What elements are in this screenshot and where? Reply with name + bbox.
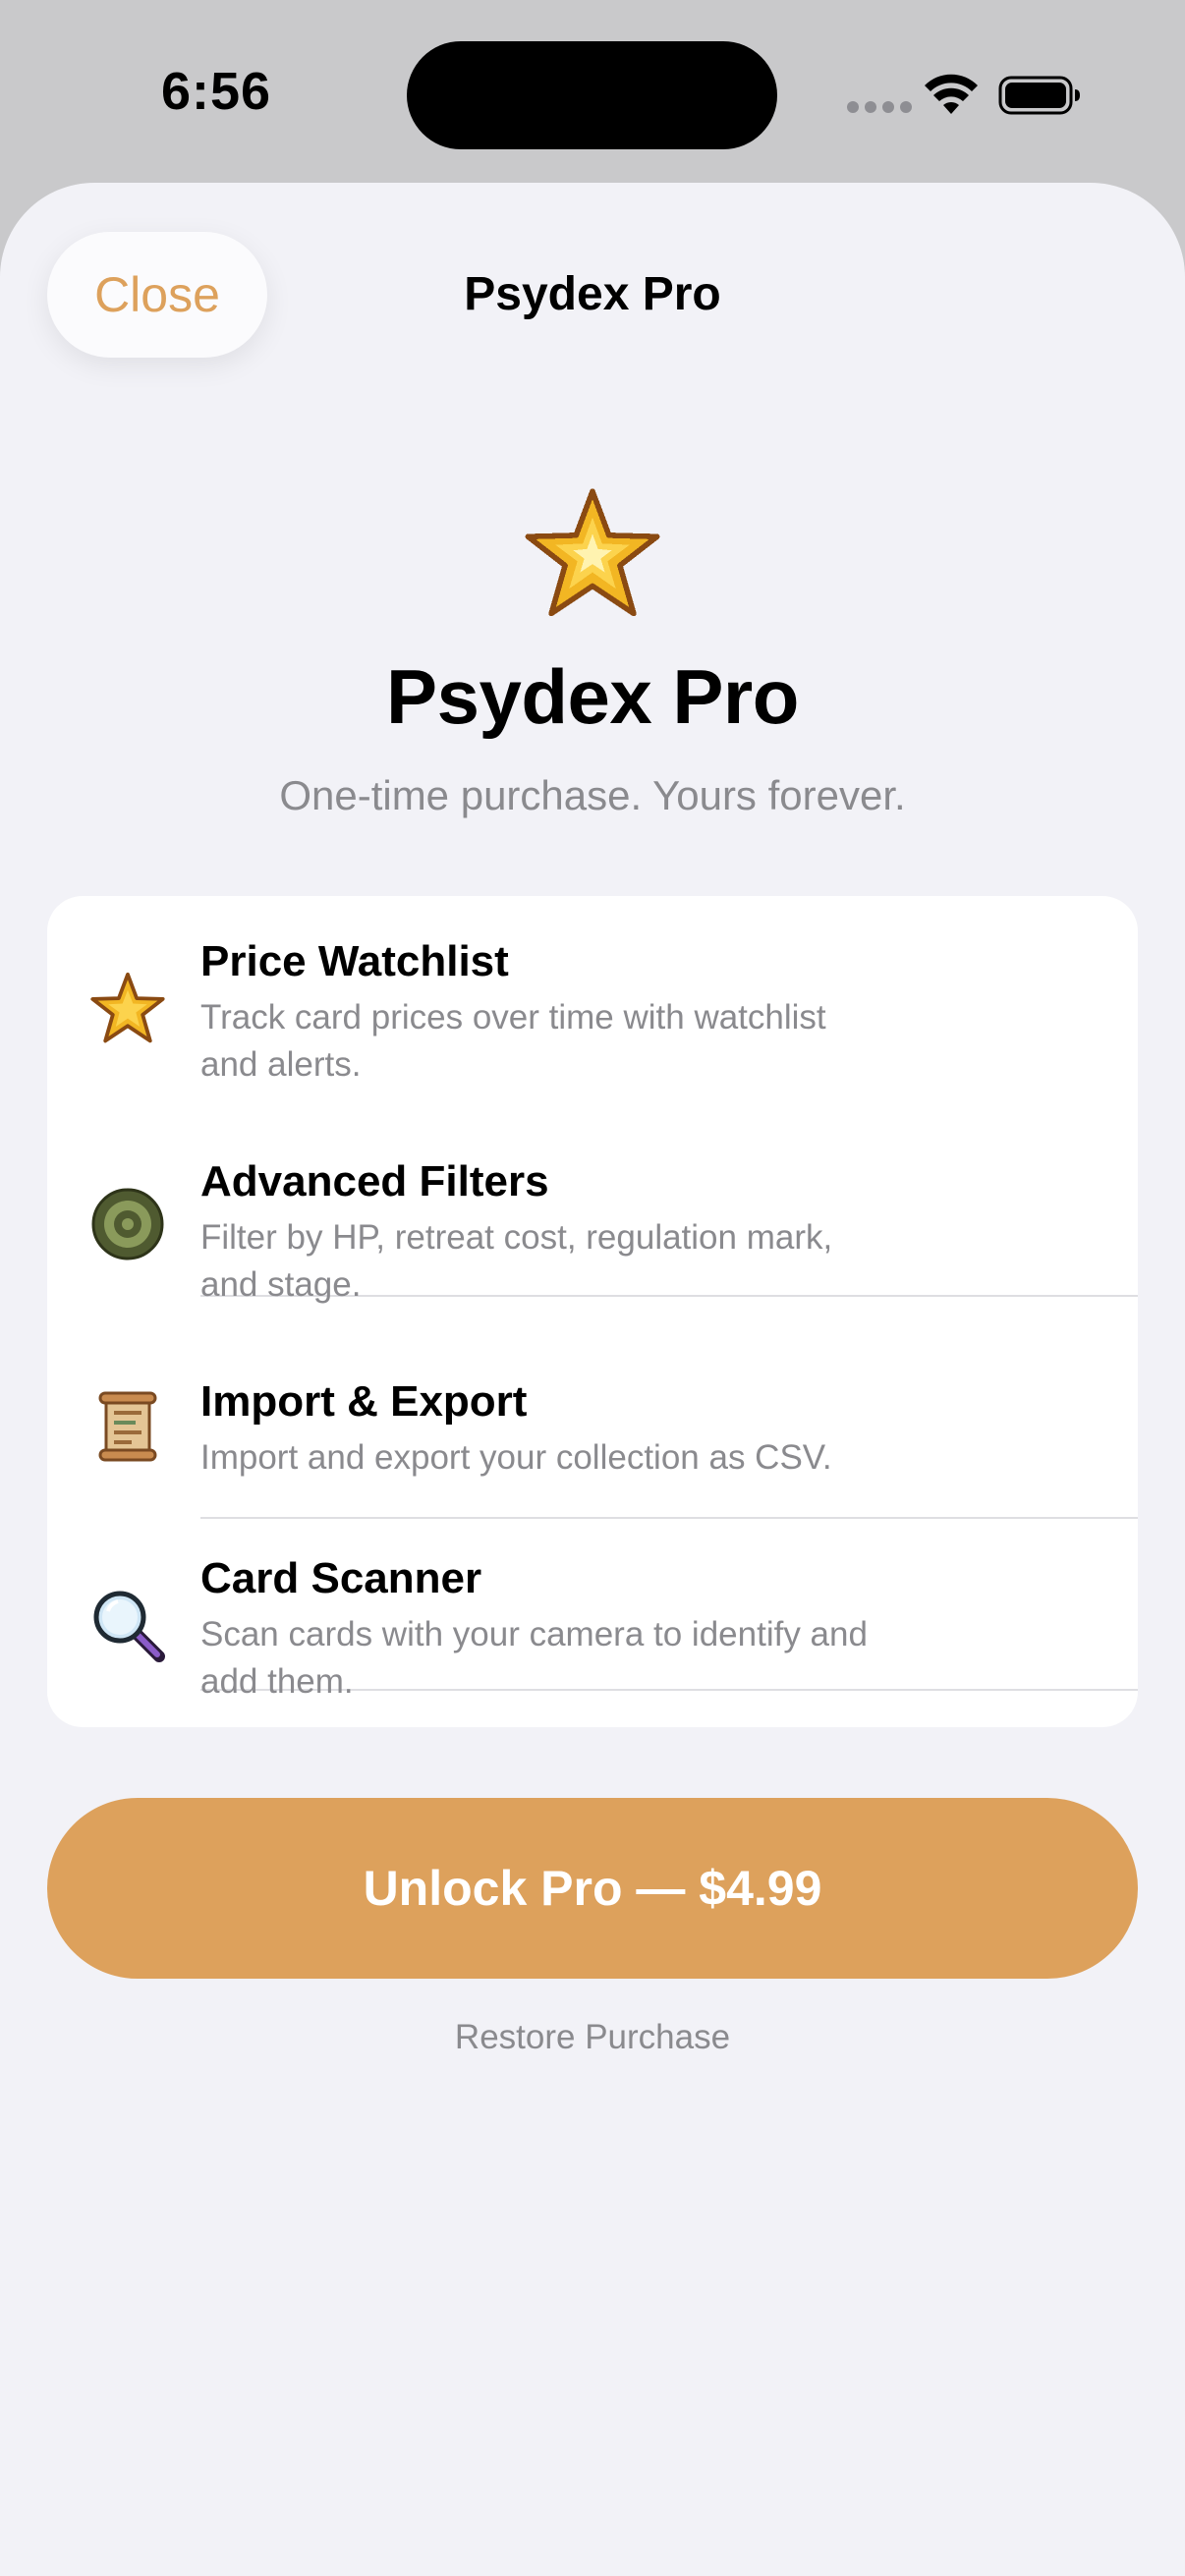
feature-import-export: Import & Export Import and export your c… — [47, 1336, 1138, 1509]
scroll-icon — [98, 1391, 157, 1462]
feature-description: Track card prices over time with watchli… — [200, 998, 826, 1084]
feature-advanced-filters: Advanced Filters Filter by HP, retreat c… — [47, 1116, 1138, 1334]
feature-price-watchlist: Price Watchlist Track card prices over t… — [47, 896, 1138, 1114]
wifi-icon — [925, 74, 978, 114]
target-icon — [91, 1188, 164, 1260]
nav-title: Psydex Pro — [464, 268, 721, 320]
status-bar: 6:56 — [0, 0, 1185, 187]
feature-title: Advanced Filters — [200, 1157, 549, 1205]
magnifying-glass-icon — [93, 1591, 165, 1662]
features-list: Price Watchlist Track card prices over t… — [47, 896, 1138, 1727]
hero-subtitle: One-time purchase. Yours forever. — [279, 772, 906, 818]
pixel-star-icon — [90, 972, 165, 1043]
battery-icon — [998, 76, 1080, 115]
paywall-sheet: Close Psydex Pro Psydex Pro One-time pur… — [0, 183, 1185, 2576]
feature-description: Filter by HP, retreat cost, regulation m… — [200, 1218, 833, 1304]
hero-title: Psydex Pro — [386, 653, 799, 740]
feature-description: Import and export your collection as CSV… — [200, 1438, 832, 1477]
restore-purchase-link[interactable]: Restore Purchase — [0, 2018, 1185, 2057]
dynamic-island — [407, 41, 777, 149]
status-time: 6:56 — [160, 62, 272, 121]
feature-card-scanner: Card Scanner Scan cards with your camera… — [47, 1513, 1138, 1727]
pixel-star-icon — [525, 488, 660, 617]
unlock-pro-button[interactable]: Unlock Pro — $4.99 — [47, 1798, 1138, 1979]
feature-title: Card Scanner — [200, 1554, 482, 1602]
feature-title: Import & Export — [200, 1377, 528, 1426]
feature-title: Price Watchlist — [200, 937, 509, 985]
feature-description: Scan cards with your camera to identify … — [200, 1615, 868, 1701]
cellular-signal-icon — [847, 101, 912, 113]
